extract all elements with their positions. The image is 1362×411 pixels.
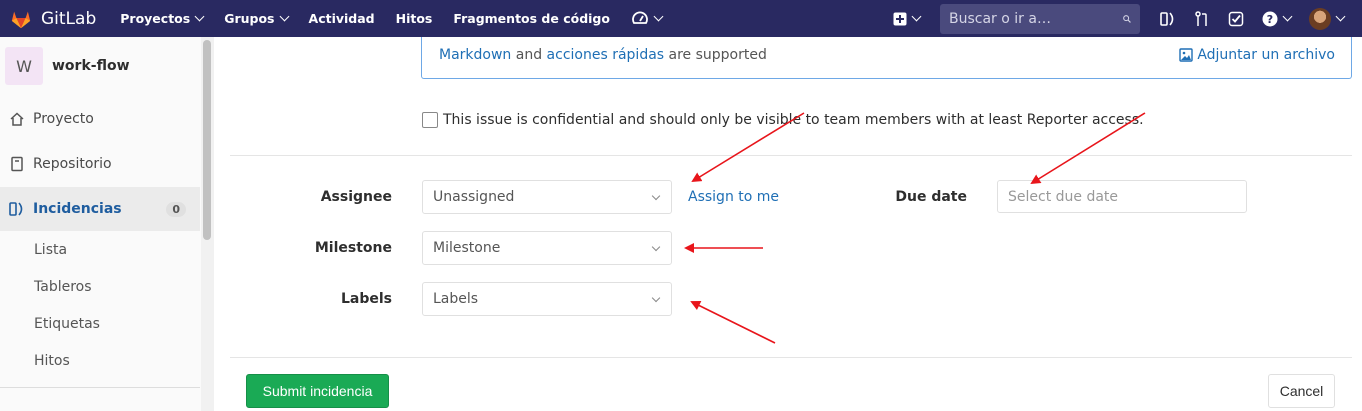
issues-icon — [9, 202, 23, 216]
merge-request-icon — [1195, 10, 1207, 26]
markdown-help-suffix: are supported — [664, 47, 767, 63]
repository-icon — [11, 156, 23, 172]
new-item-dropdown[interactable] — [893, 11, 922, 26]
issues-icon — [1160, 11, 1174, 26]
sidebar-item-label: Proyecto — [33, 111, 94, 127]
nav-actividad[interactable]: Actividad — [309, 11, 375, 26]
labels-label: Labels — [340, 291, 392, 307]
confidential-label[interactable]: This issue is confidential and should on… — [443, 112, 1144, 128]
sidebar-item-incidencias[interactable]: Incidencias 0 — [0, 187, 200, 231]
sidebar-subitem-etiquetas[interactable]: Etiquetas — [34, 316, 100, 332]
labels-dropdown[interactable]: Labels — [422, 282, 672, 316]
nav-grupos-label: Grupos — [224, 11, 275, 26]
chevron-down-icon — [651, 293, 661, 303]
help-icon: ? — [1262, 11, 1278, 26]
chevron-down-icon — [279, 11, 289, 22]
milestone-label: Milestone — [314, 240, 392, 256]
chevron-down-icon — [194, 11, 205, 22]
todo-check-icon — [1228, 11, 1244, 26]
sidebar-item-proyecto[interactable]: Proyecto — [0, 97, 200, 141]
due-date-label: Due date — [895, 189, 967, 205]
user-menu-dropdown[interactable] — [1309, 7, 1346, 30]
search-icon[interactable] — [1123, 12, 1131, 26]
chevron-down-icon — [1335, 11, 1346, 22]
markdown-help-and: and — [511, 47, 547, 63]
assignee-value: Unassigned — [433, 189, 515, 205]
gitlab-home-link[interactable]: GitLab — [10, 8, 96, 30]
sidebar-subitem-tableros[interactable]: Tableros — [34, 279, 92, 295]
confidential-checkbox[interactable] — [422, 112, 438, 128]
milestone-value: Milestone — [433, 240, 501, 256]
due-date-input[interactable]: Select due date — [997, 180, 1247, 213]
chevron-down-icon — [653, 11, 664, 22]
help-dropdown[interactable]: ? — [1262, 11, 1293, 27]
sidebar-item-label: Repositorio — [33, 156, 112, 172]
milestone-dropdown[interactable]: Milestone — [422, 231, 672, 265]
assignee-dropdown[interactable]: Unassigned — [422, 180, 672, 214]
gauge-icon — [632, 11, 648, 24]
chevron-down-icon — [911, 11, 922, 22]
submit-issue-button[interactable]: Submit incidencia — [246, 374, 389, 408]
search-box — [940, 3, 1140, 34]
gauge-dropdown[interactable] — [631, 10, 664, 28]
svg-text:?: ? — [1267, 13, 1273, 26]
attach-file-label: Adjuntar un archivo — [1197, 47, 1335, 63]
assign-to-me-link[interactable]: Assign to me — [688, 189, 779, 205]
quick-actions-link[interactable]: acciones rápidas — [547, 47, 665, 63]
image-file-icon — [1179, 48, 1194, 62]
description-editor-footer: Markdown and acciones rápidas are suppor… — [421, 37, 1352, 79]
chevron-down-icon — [651, 191, 661, 201]
sidebar-subitem-hitos[interactable]: Hitos — [34, 353, 70, 369]
search-input[interactable] — [949, 10, 1123, 27]
merge-requests-nav-button[interactable] — [1194, 10, 1210, 27]
gitlab-logo-icon — [11, 11, 31, 28]
user-avatar — [1309, 7, 1331, 30]
sidebar-item-label: Incidencias — [33, 201, 122, 217]
issues-count-badge: 0 — [166, 201, 186, 217]
markdown-link[interactable]: Markdown — [439, 47, 511, 63]
nav-hitos[interactable]: Hitos — [396, 11, 433, 26]
top-navbar: GitLab Proyectos Grupos Actividad Hitos … — [0, 0, 1362, 37]
chevron-down-icon — [1282, 11, 1293, 22]
assignee-label: Assignee — [320, 189, 392, 205]
form-divider-top — [230, 155, 1352, 156]
nav-proyectos-label: Proyectos — [120, 11, 191, 26]
chevron-down-icon — [651, 242, 661, 252]
nav-grupos[interactable]: Grupos — [224, 11, 289, 26]
confidential-row: This issue is confidential and should on… — [422, 112, 1144, 128]
labels-value: Labels — [433, 291, 479, 307]
project-header[interactable]: W work-flow — [5, 47, 130, 85]
project-name: work-flow — [52, 58, 130, 74]
cancel-button[interactable]: Cancel — [1268, 374, 1335, 408]
issues-nav-button[interactable] — [1160, 11, 1176, 27]
todos-nav-button[interactable] — [1228, 11, 1244, 27]
markdown-help-text: Markdown and acciones rápidas are suppor… — [439, 47, 767, 63]
sidebar-subitem-lista[interactable]: Lista — [34, 242, 67, 258]
home-icon — [10, 112, 24, 126]
nav-proyectos[interactable]: Proyectos — [120, 11, 205, 26]
plus-square-icon — [893, 12, 907, 25]
form-divider-bottom — [230, 357, 1352, 358]
annotation-arrow-labels — [690, 301, 776, 344]
sidebar-divider — [0, 387, 200, 388]
sidebar-scrollbar-thumb[interactable] — [203, 40, 211, 240]
brand-name: GitLab — [41, 8, 97, 29]
project-sidebar: W work-flow Proyecto Repositorio Inciden… — [0, 37, 214, 411]
attach-file-button[interactable]: Adjuntar un archivo — [1179, 47, 1335, 63]
project-avatar: W — [5, 47, 43, 85]
sidebar-item-repositorio[interactable]: Repositorio — [0, 142, 200, 186]
nav-fragmentos[interactable]: Fragmentos de código — [453, 11, 610, 26]
